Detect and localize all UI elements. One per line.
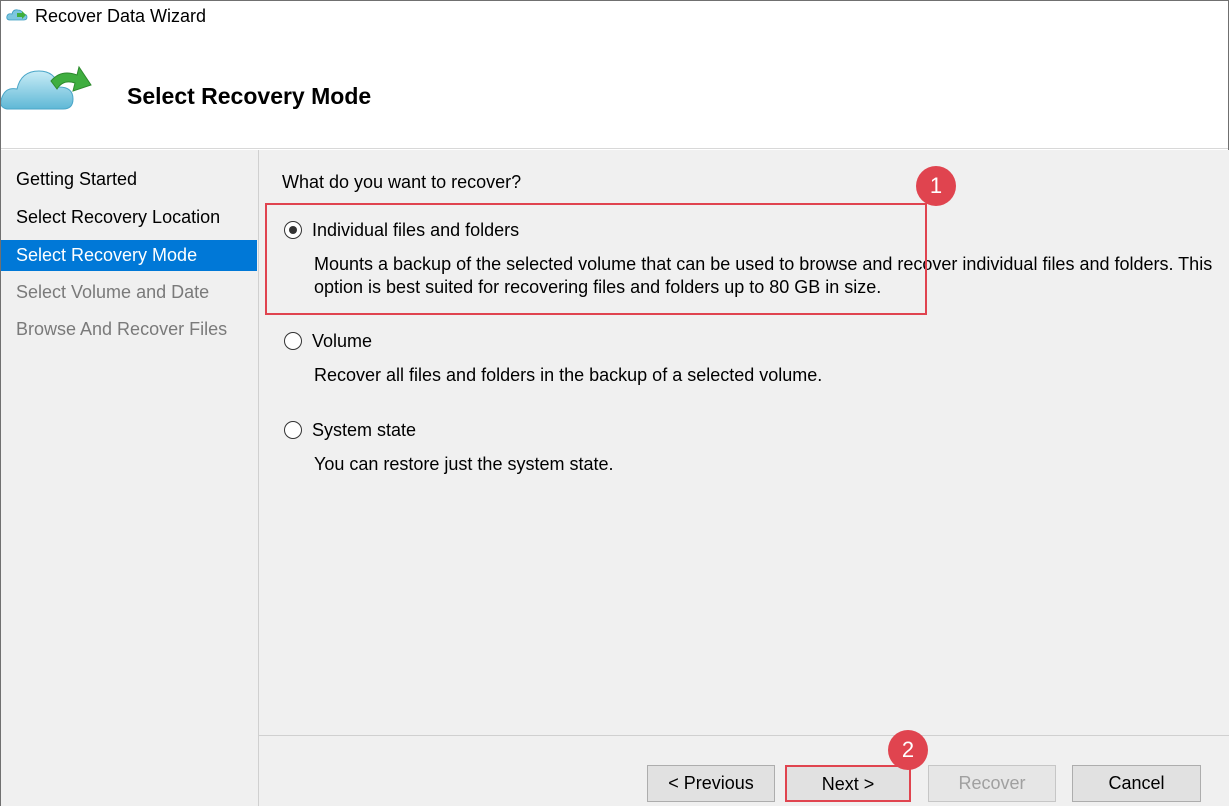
cloud-recover-icon xyxy=(1,65,92,110)
recover-data-wizard-window: Recover Data Wizard Select Recovery Mode… xyxy=(0,0,1229,806)
callout-badge-1: 1 xyxy=(916,166,956,206)
recover-question: What do you want to recover? xyxy=(282,172,522,192)
radio-volume[interactable] xyxy=(284,332,302,350)
option-desc-system-state: You can restore just the system state. xyxy=(314,454,614,474)
window-title: Recover Data Wizard xyxy=(35,6,207,26)
option-label-system-state[interactable]: System state xyxy=(312,420,416,441)
option-label-volume[interactable]: Volume xyxy=(312,331,372,352)
radio-system-state[interactable] xyxy=(284,421,302,439)
main-content: What do you want to recover? Individual … xyxy=(259,150,1229,735)
cloud-app-icon xyxy=(6,9,28,21)
cancel-button[interactable]: Cancel xyxy=(1072,765,1201,802)
next-button[interactable]: Next > xyxy=(785,765,911,802)
previous-button[interactable]: < Previous xyxy=(647,765,775,802)
nav-item-getting-started[interactable]: Getting Started xyxy=(1,164,257,195)
nav-item-select-recovery-mode[interactable]: Select Recovery Mode xyxy=(1,240,257,271)
highlight-box-option1 xyxy=(265,203,927,315)
page-heading: Select Recovery Mode xyxy=(127,83,372,109)
title-bar: Recover Data Wizard xyxy=(1,1,1228,33)
option-desc-volume: Recover all files and folders in the bac… xyxy=(314,365,823,385)
callout-badge-2: 2 xyxy=(888,730,928,770)
wizard-header: Select Recovery Mode xyxy=(1,33,1228,149)
nav-item-browse-and-recover-files: Browse And Recover Files xyxy=(16,319,228,339)
nav-item-select-recovery-location[interactable]: Select Recovery Location xyxy=(1,202,257,233)
wizard-footer: < Previous Next > Recover Cancel 2 xyxy=(259,730,1229,806)
nav-item-select-volume-and-date: Select Volume and Date xyxy=(16,282,210,302)
wizard-steps-nav: Getting Started Select Recovery Location… xyxy=(1,150,259,806)
recover-button: Recover xyxy=(928,765,1056,802)
